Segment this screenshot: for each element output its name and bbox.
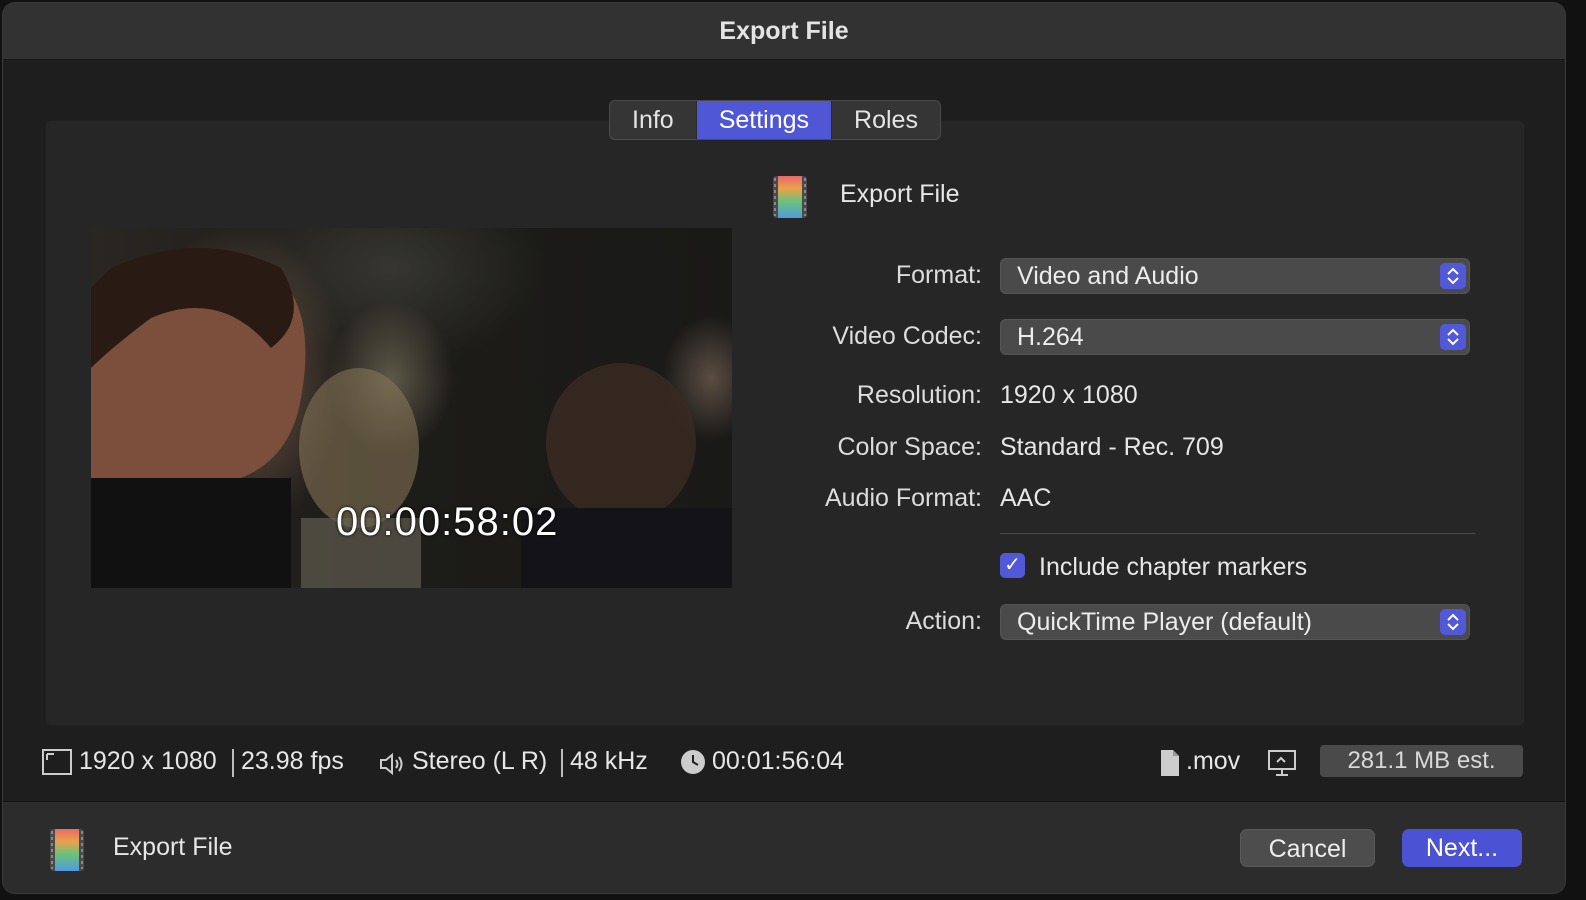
- status-resolution: 1920 x 1080: [79, 747, 217, 775]
- size-estimate: 281.1 MB est.: [1320, 745, 1523, 777]
- video-codec-popup[interactable]: H.264: [1000, 319, 1470, 355]
- format-popup[interactable]: Video and Audio: [1000, 258, 1470, 294]
- audio-format-value: AAC: [1000, 484, 1052, 512]
- action-value: QuickTime Player (default): [1017, 608, 1312, 636]
- frame-size-icon: [42, 749, 72, 775]
- clock-icon: [681, 750, 705, 774]
- resolution-value: 1920 x 1080: [1000, 381, 1138, 409]
- destination-title: Export File: [840, 180, 960, 208]
- action-label: Action:: [905, 607, 982, 635]
- color-space-value: Standard - Rec. 709: [1000, 433, 1224, 461]
- video-codec-label: Video Codec:: [832, 322, 982, 350]
- tab-settings[interactable]: Settings: [695, 101, 832, 139]
- preview-timecode: 00:00:58:02: [336, 500, 559, 544]
- chapter-markers-checkbox[interactable]: ✓: [1000, 553, 1025, 578]
- status-fps: 23.98 fps: [241, 747, 344, 775]
- status-sample-rate: 48 kHz: [570, 747, 648, 775]
- destination-label: Export File: [113, 833, 233, 861]
- divider: [1000, 533, 1475, 534]
- video-codec-value: H.264: [1017, 323, 1084, 351]
- format-label: Format:: [895, 261, 982, 289]
- resolution-label: Resolution:: [856, 381, 982, 409]
- chevron-updown-icon: [1440, 324, 1466, 350]
- tab-info[interactable]: Info: [610, 101, 696, 139]
- video-preview: 00:00:58:02: [91, 228, 732, 588]
- cancel-button[interactable]: Cancel: [1240, 829, 1375, 867]
- next-button[interactable]: Next...: [1402, 829, 1522, 867]
- action-popup[interactable]: QuickTime Player (default): [1000, 604, 1470, 640]
- tab-bar: Info Settings Roles: [609, 100, 941, 140]
- chapter-markers-label: Include chapter markers: [1039, 553, 1308, 581]
- export-file-icon: [50, 829, 84, 871]
- speaker-icon: [380, 752, 403, 776]
- export-dialog: Export File Info Settings Roles 00:00:58…: [3, 3, 1565, 893]
- document-icon: [1161, 750, 1179, 776]
- audio-format-label: Audio Format:: [824, 484, 982, 512]
- status-extension: .mov: [1186, 747, 1241, 775]
- chevron-updown-icon: [1440, 263, 1466, 289]
- tab-roles[interactable]: Roles: [831, 101, 940, 139]
- format-value: Video and Audio: [1017, 262, 1199, 290]
- status-audio: Stereo (L R): [412, 747, 548, 775]
- status-separator: [232, 749, 234, 777]
- export-file-icon: [773, 176, 807, 218]
- window-title: Export File: [3, 3, 1565, 60]
- chevron-updown-icon: [1440, 609, 1466, 635]
- status-separator: [561, 749, 563, 777]
- status-duration: 00:01:56:04: [712, 747, 845, 775]
- display-icon: [1268, 750, 1296, 776]
- color-space-label: Color Space:: [837, 433, 982, 461]
